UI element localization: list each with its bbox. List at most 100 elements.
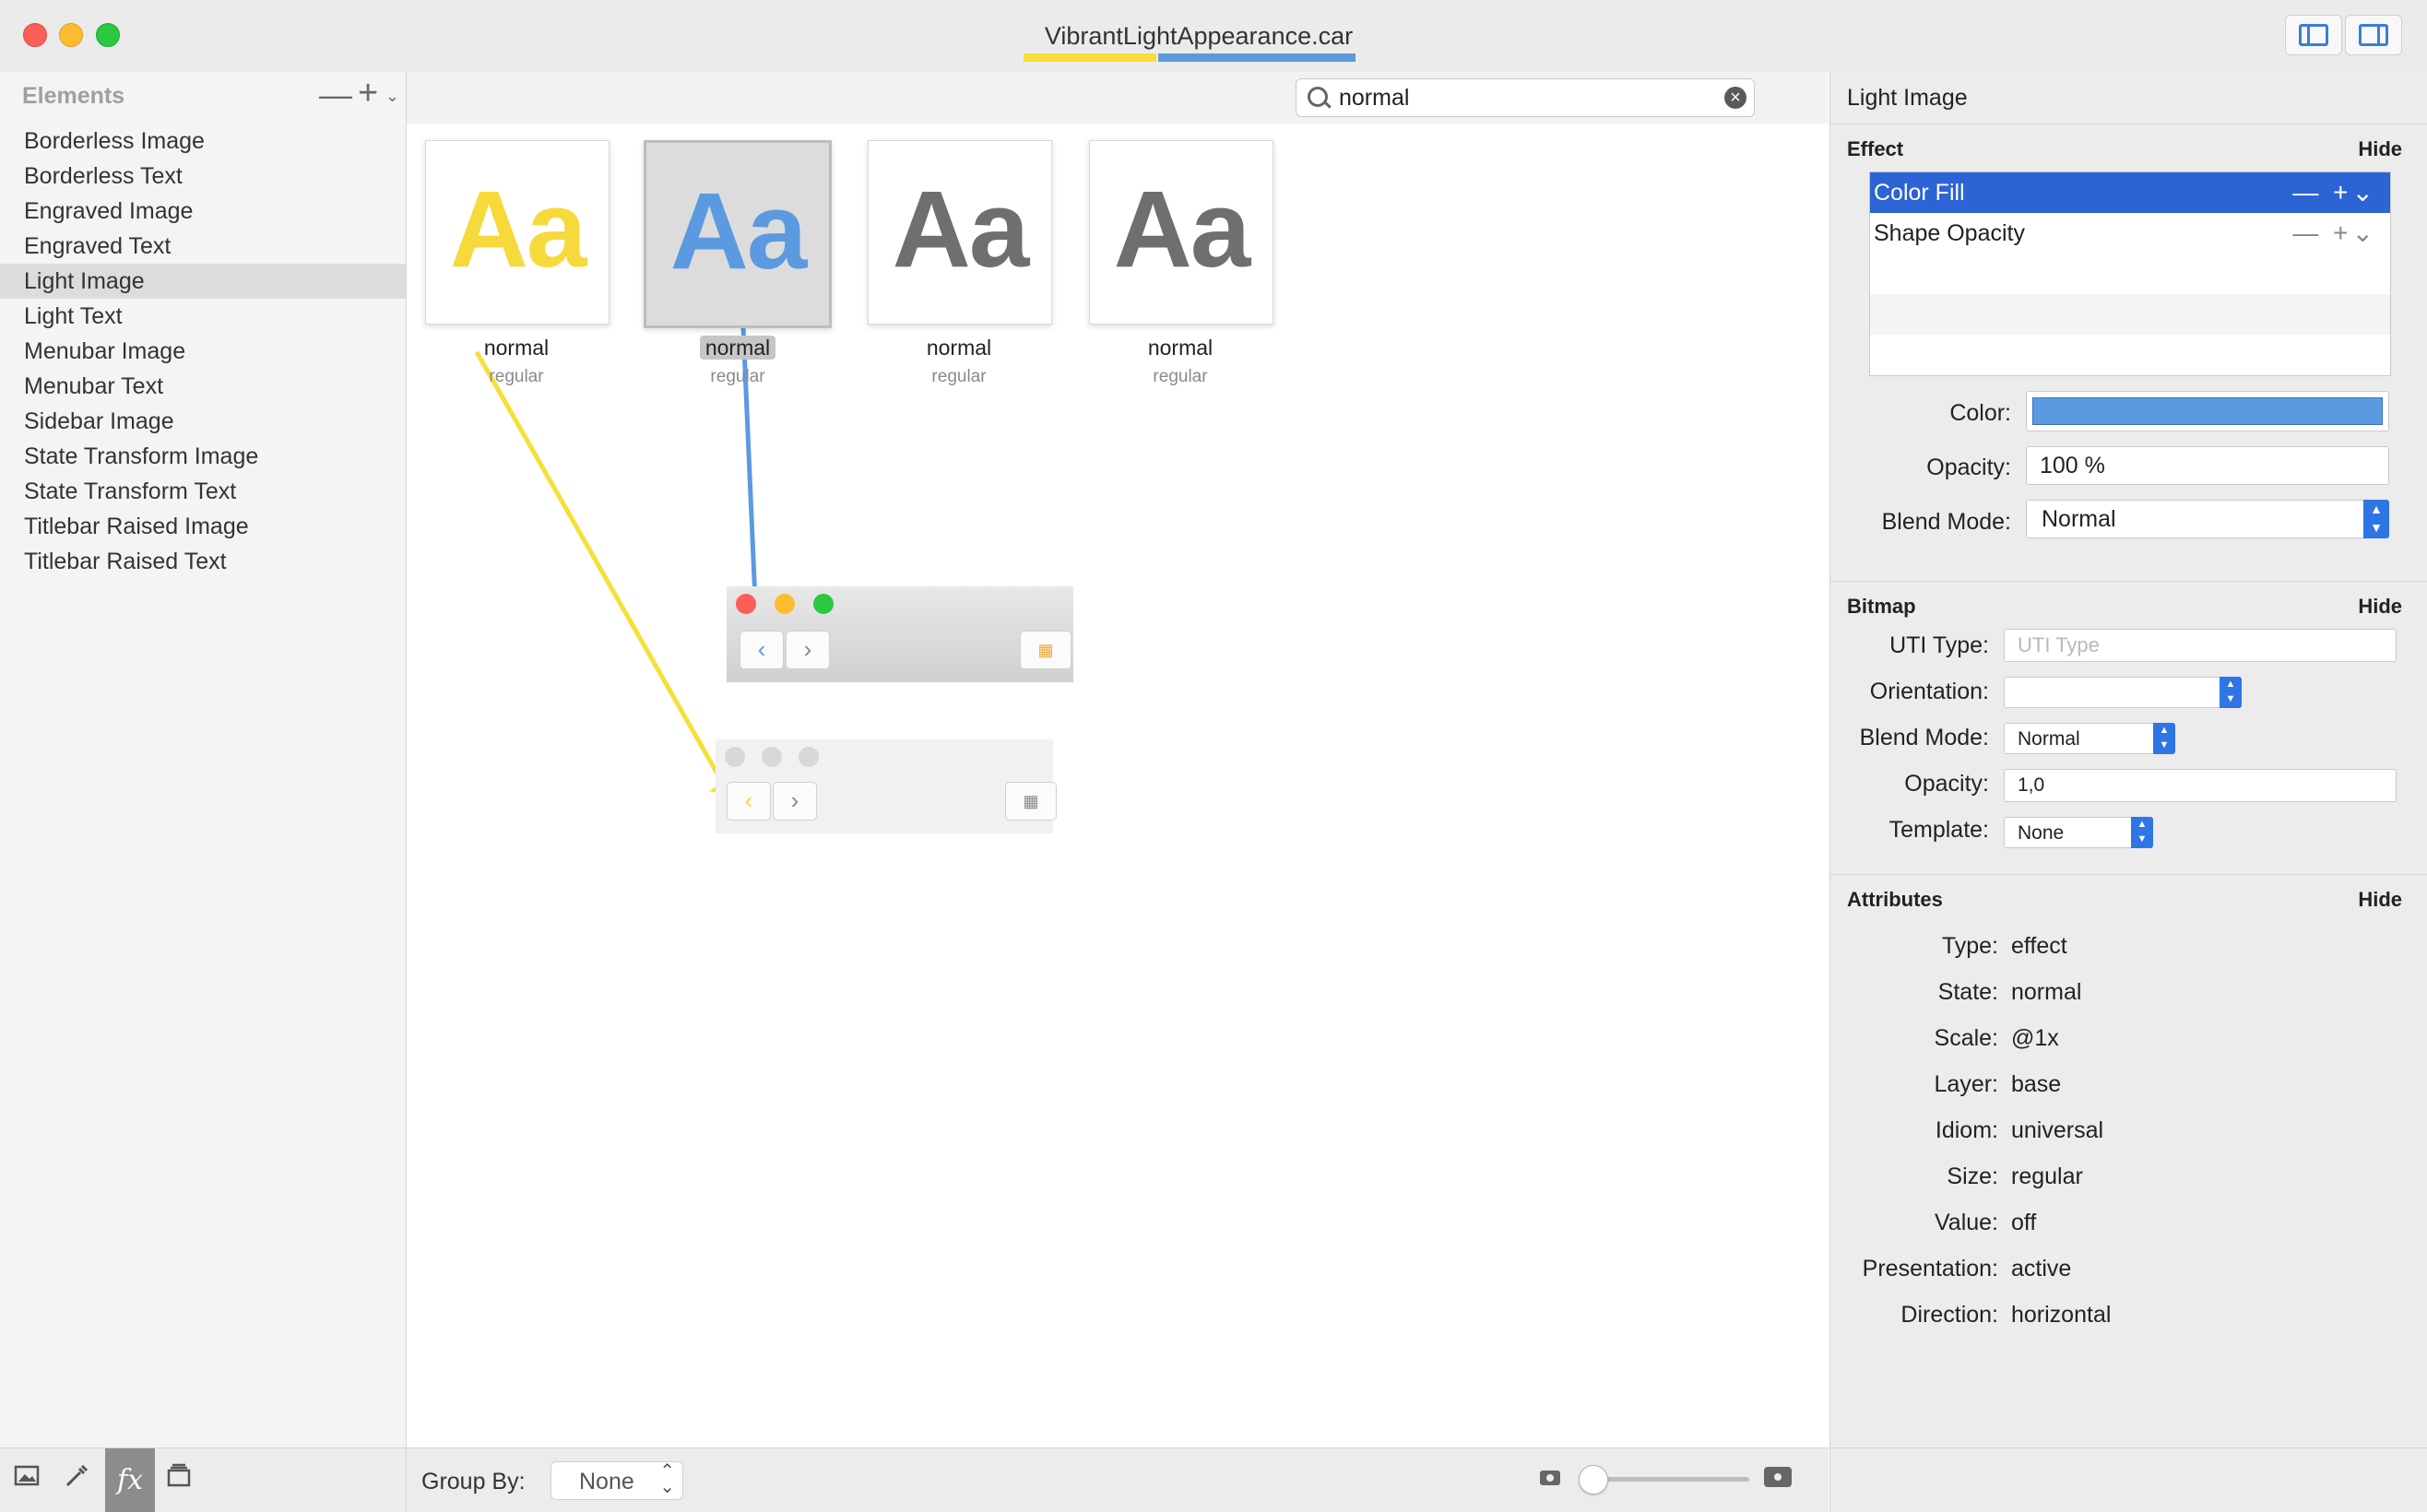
add-element-menu-chevron-icon[interactable]: ⌄ (385, 87, 399, 106)
canvas-bottom-bar: Group By: None ⌃ ⌄ (407, 1447, 1829, 1512)
clear-search-icon[interactable]: × (1724, 87, 1746, 109)
bitmap-section-title: Bitmap (1847, 595, 1916, 618)
rendition-tile[interactable]: Aa (1089, 140, 1273, 325)
effect-section-title: Effect (1847, 137, 1904, 160)
sidebar-item-menubar-text[interactable]: Menubar Text (0, 369, 406, 404)
effect-item-label: Color Fill (1874, 180, 1965, 206)
opacity-field[interactable]: 100 % (2026, 446, 2389, 485)
color-well[interactable] (2026, 391, 2389, 431)
preview-forward-button: › (786, 631, 830, 669)
large-thumbnail-icon[interactable] (1764, 1467, 1792, 1487)
attr-layer-label: Layer: (1934, 1071, 1998, 1097)
rendition-size-label: regular (931, 367, 987, 386)
zoom-window-button[interactable] (96, 23, 120, 47)
sidebar-bottom-toolbar: fx (0, 1447, 407, 1512)
sidebar-item-titlebar-raised-text[interactable]: Titlebar Raised Text (0, 544, 406, 579)
rendition-size-label: regular (710, 367, 765, 386)
blend-mode-select[interactable]: Normal ▲ ▼ (2026, 500, 2389, 538)
zoom-slider-track[interactable] (1583, 1477, 1749, 1482)
rendition-glyph: Aa (449, 169, 587, 290)
toggle-right-sidebar-button[interactable] (2345, 15, 2402, 55)
minimize-window-button[interactable] (59, 23, 83, 47)
sidebar-item-engraved-text[interactable]: Engraved Text (0, 229, 406, 264)
preview-zoom-dot (813, 594, 834, 614)
attr-type-value: effect (2011, 933, 2067, 959)
sidebar-item-state-transform-text[interactable]: State Transform Text (0, 474, 406, 509)
preview-forward-button: › (773, 782, 817, 821)
toggle-left-sidebar-button[interactable] (2285, 15, 2342, 55)
template-value: None (2018, 822, 2065, 844)
remove-element-button[interactable]: — (319, 76, 352, 114)
blend-mode-label: Blend Mode: (1881, 509, 2011, 535)
effect-list: Color Fill — +⌄ Shape Opacity — +⌄ (1869, 171, 2391, 376)
sidebar-item-light-text[interactable]: Light Text (0, 299, 406, 334)
rendition-tile-selected[interactable]: Aa (644, 140, 832, 328)
orientation-label: Orientation: (1869, 679, 1989, 704)
search-input[interactable] (1337, 82, 1710, 113)
sidebar-header: Elements (22, 83, 125, 109)
right-sidebar-icon (2359, 24, 2388, 46)
preview-close-dot (736, 594, 756, 614)
app-window: VibrantLightAppearance.car Elements — + … (0, 0, 2427, 1512)
attr-idiom-label: Idiom: (1935, 1117, 1998, 1143)
effect-item-shape-opacity[interactable]: Shape Opacity — +⌄ (1870, 213, 2390, 254)
uti-type-field[interactable]: UTI Type (2004, 629, 2397, 662)
rendition-label: normal (483, 336, 550, 360)
group-by-select[interactable]: None ⌃ ⌄ (551, 1461, 683, 1500)
attributes-hide-button[interactable]: Hide (2358, 888, 2402, 912)
preview-back-button: ‹ (740, 631, 784, 669)
elements-sidebar: Elements — + ⌄ Borderless Image Borderle… (0, 72, 407, 1447)
bitmap-blend-mode-label: Blend Mode: (1859, 725, 1989, 750)
color-label: Color: (1949, 400, 2011, 426)
inspector-bottom-bar (1829, 1447, 2427, 1512)
color-swatch (2032, 397, 2383, 425)
orientation-select[interactable]: ▲ ▼ (2004, 677, 2242, 708)
effect-hide-button[interactable]: Hide (2358, 137, 2402, 161)
title-underline-yellow (1024, 53, 1156, 62)
bitmap-blend-mode-value: Normal (2018, 728, 2080, 750)
attr-state-value: normal (2011, 979, 2082, 1005)
bitmap-opacity-field[interactable]: 1,0 (2004, 769, 2397, 802)
sidebar-item-light-image[interactable]: Light Image (0, 264, 406, 299)
attr-direction-label: Direction: (1900, 1302, 1998, 1328)
preview-grid-icon: ▦ (1020, 631, 1071, 669)
layers-tool-button[interactable] (159, 1461, 199, 1498)
preview-grid-icon: ▦ (1005, 782, 1057, 821)
rendition-tile[interactable]: Aa (868, 140, 1052, 325)
sidebar-item-sidebar-image[interactable]: Sidebar Image (0, 404, 406, 439)
template-select[interactable]: None ▲ ▼ (2004, 817, 2153, 848)
sidebar-item-engraved-image[interactable]: Engraved Image (0, 194, 406, 229)
small-thumbnail-icon[interactable] (1540, 1471, 1560, 1485)
bitmap-hide-button[interactable]: Hide (2358, 595, 2402, 619)
effects-tool-button[interactable]: fx (105, 1448, 155, 1512)
add-element-button[interactable]: + (358, 74, 378, 113)
effect-item-controls[interactable]: — +⌄ (2292, 172, 2377, 213)
title-bar: VibrantLightAppearance.car (0, 0, 2427, 72)
effect-item-controls[interactable]: — +⌄ (2292, 213, 2377, 254)
template-label: Template: (1888, 817, 1989, 843)
close-window-button[interactable] (23, 23, 47, 47)
sidebar-item-menubar-image[interactable]: Menubar Image (0, 334, 406, 369)
zoom-slider-knob[interactable] (1579, 1465, 1608, 1494)
select-arrows-icon: ⌃ ⌄ (659, 1461, 675, 1497)
bitmap-blend-mode-select[interactable]: Normal ▲ ▼ (2004, 723, 2175, 754)
search-bar: × (407, 72, 1829, 124)
preview-close-dot (725, 747, 745, 767)
rendition-label: normal (926, 336, 992, 360)
attr-direction-value: horizontal (2011, 1302, 2112, 1328)
left-sidebar-icon (2299, 24, 2328, 46)
image-tool-button[interactable] (7, 1461, 48, 1498)
sidebar-item-borderless-image[interactable]: Borderless Image (0, 124, 406, 159)
eyedropper-tool-button[interactable] (57, 1461, 98, 1498)
sidebar-item-borderless-text[interactable]: Borderless Text (0, 159, 406, 194)
search-icon (1308, 87, 1328, 107)
sidebar-item-titlebar-raised-image[interactable]: Titlebar Raised Image (0, 509, 406, 544)
sidebar-item-state-transform-image[interactable]: State Transform Image (0, 439, 406, 474)
effect-item-color-fill[interactable]: Color Fill — +⌄ (1870, 172, 2390, 213)
uti-type-label: UTI Type: (1889, 632, 1989, 658)
rendition-label-text: normal (699, 336, 776, 360)
blend-mode-value: Normal (2042, 506, 2116, 532)
rendition-tile[interactable]: Aa (425, 140, 610, 325)
opacity-value: 100 % (2040, 453, 2105, 478)
bitmap-opacity-value: 1,0 (2018, 774, 2045, 796)
